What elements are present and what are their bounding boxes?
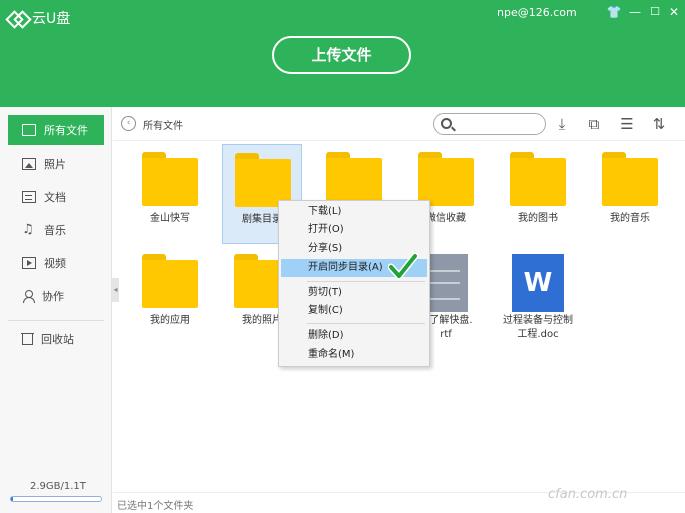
list-view-icon[interactable]: ☰ [618,115,636,133]
search-input[interactable] [433,113,546,135]
sidebar-item-label: 照片 [44,158,66,171]
toolbar: ‹ 所有文件 ⤓ ⧉ ☰ ⇅ [113,107,685,141]
sidebar-item-documents[interactable]: 文档 [8,182,104,212]
breadcrumb[interactable]: 所有文件 [143,117,183,132]
sidebar-item-video[interactable]: 视频 [8,248,104,278]
sidebar-item-label: 视频 [44,257,66,270]
file-item-doc[interactable]: W 过程装备与控制 工程.doc [498,246,578,346]
download-icon[interactable]: ⤓ [553,115,571,133]
photo-icon [22,158,36,170]
watermark: cfan.com.cn [548,487,628,502]
menu-item-download[interactable]: 下载(L) [281,203,427,221]
sidebar-item-label: 所有文件 [44,124,88,137]
folder-icon [602,152,658,206]
search-icon [441,118,452,129]
sidebar-item-collaborate[interactable]: 协作 [8,281,104,311]
folder-icon [22,124,36,136]
folder-icon [326,152,382,206]
menu-item-rename[interactable]: 重命名(M) [281,346,427,364]
app-title: 云U盘 [32,11,71,27]
menu-separator [307,281,425,282]
file-name: 我的应用 [150,315,190,326]
user-icon [22,290,35,303]
shirt-icon[interactable]: 👕 [606,4,622,20]
file-item-folder[interactable]: 我的图书 [498,144,578,244]
new-folder-icon[interactable]: ⧉ [585,115,603,133]
sidebar-item-photos[interactable]: 照片 [8,149,104,179]
sidebar-item-all-files[interactable]: 所有文件 [8,115,104,145]
user-email[interactable]: npe@126.com [497,6,577,19]
music-icon: ♫ [22,222,34,237]
folder-icon [418,152,474,206]
header: 云U盘 npe@126.com 👕 — ☐ ✕ 上传文件 [0,0,685,107]
app-logo: 云U盘 [8,8,70,28]
folder-icon [142,152,198,206]
file-name: 我的音乐 [610,213,650,224]
storage-bar-fill [11,497,13,501]
file-name: 金山快写 [150,213,190,224]
folder-icon [235,153,291,207]
cloud-logo-icon [8,9,26,27]
sidebar-item-recycle-bin[interactable]: 回收站 [8,324,104,354]
menu-separator [307,323,425,324]
maximize-icon[interactable]: ☐ [647,4,663,20]
close-icon[interactable]: ✕ [666,4,682,20]
back-icon[interactable]: ‹ [121,116,136,131]
file-item-folder[interactable]: 金山快写 [130,144,210,244]
file-name: 过程装备与控制 工程.doc [503,315,573,340]
sidebar-divider [8,320,104,321]
folder-icon [142,254,198,308]
upload-button[interactable]: 上传文件 [272,36,411,74]
word-file-icon: W [512,254,564,312]
menu-item-copy[interactable]: 复制(C) [281,302,427,320]
folder-icon [510,152,566,206]
menu-item-delete[interactable]: 删除(D) [281,327,427,345]
sidebar-item-label: 文档 [44,191,66,204]
sidebar-item-label: 回收站 [41,333,74,346]
file-item-folder[interactable]: 我的音乐 [590,144,670,244]
sort-icon[interactable]: ⇅ [650,115,668,133]
sidebar-item-label: 音乐 [44,224,66,237]
menu-item-open[interactable]: 打开(O) [281,221,427,239]
sidebar-collapse-handle[interactable]: ◂ [112,278,119,302]
video-icon [22,257,36,269]
sidebar-item-label: 协作 [42,290,64,303]
file-name: 我的图书 [518,213,558,224]
storage-text: 2.9GB/1.1T [30,481,86,492]
menu-item-cut[interactable]: 剪切(T) [281,284,427,302]
sidebar-item-music[interactable]: ♫ 音乐 [8,215,104,245]
context-menu: 下载(L) 打开(O) 分享(S) 开启同步目录(A) 剪切(T) 复制(C) … [278,200,430,367]
storage-bar [10,496,102,502]
document-icon [22,191,36,203]
trash-icon [21,333,34,345]
file-item-folder[interactable]: 我的应用 [130,246,210,346]
sidebar: 所有文件 照片 文档 ♫ 音乐 视频 协作 回收站 2.9GB/1.1T [0,107,112,513]
checkmark-icon [388,252,418,280]
minimize-icon[interactable]: — [627,4,643,20]
status-text: 已选中1个文件夹 [117,501,194,512]
